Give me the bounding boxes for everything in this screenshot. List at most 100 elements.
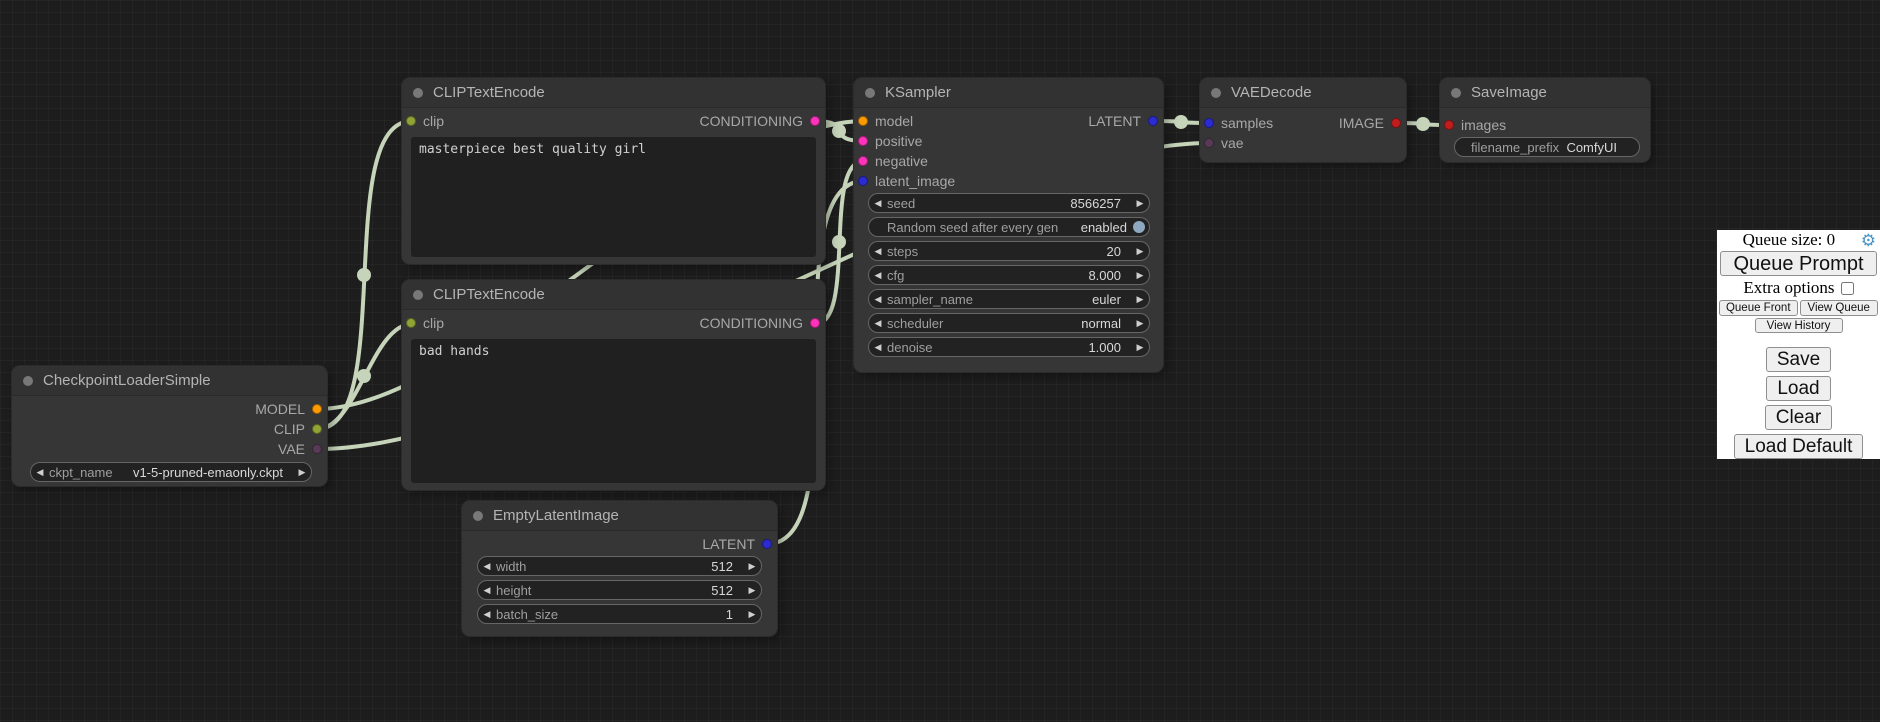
ckpt-name-widget[interactable]: ◀ ckpt_name v1-5-pruned-emaonly.ckpt ▶: [30, 462, 312, 482]
widget-value[interactable]: normal: [1081, 316, 1131, 331]
queue-prompt-button[interactable]: Queue Prompt: [1720, 251, 1877, 276]
width-widget[interactable]: ◀ width 512 ▶: [477, 556, 762, 576]
node-save-image[interactable]: SaveImage images filename_prefix ComfyUI: [1440, 78, 1650, 162]
decrement-arrow-icon[interactable]: ◀: [869, 295, 887, 304]
conditioning-slot-dot[interactable]: [858, 156, 868, 166]
increment-arrow-icon[interactable]: ▶: [1131, 199, 1149, 208]
widget-value[interactable]: euler: [1092, 292, 1131, 307]
collapse-dot-icon[interactable]: [865, 88, 875, 98]
node-title-bar[interactable]: CLIPTextEncode: [402, 280, 825, 310]
node-title-bar[interactable]: CLIPTextEncode: [402, 78, 825, 108]
node-title-bar[interactable]: EmptyLatentImage: [462, 501, 777, 531]
widget-value[interactable]: 8566257: [1070, 196, 1131, 211]
height-widget[interactable]: ◀ height 512 ▶: [477, 580, 762, 600]
decrement-arrow-icon[interactable]: ◀: [869, 343, 887, 352]
view-queue-button[interactable]: View Queue: [1800, 300, 1879, 316]
extra-options-checkbox[interactable]: [1841, 282, 1854, 295]
output-slot-vae[interactable]: VAE: [278, 441, 327, 457]
decrement-arrow-icon[interactable]: ◀: [478, 562, 496, 571]
scheduler-widget[interactable]: ◀ scheduler normal ▶: [868, 313, 1150, 333]
increment-arrow-icon[interactable]: ▶: [293, 468, 311, 477]
save-button[interactable]: Save: [1766, 347, 1831, 372]
input-slot-negative[interactable]: negative: [854, 153, 928, 169]
seed-widget[interactable]: ◀ seed 8566257 ▶: [868, 193, 1150, 213]
denoise-widget[interactable]: ◀ denoise 1.000 ▶: [868, 337, 1150, 357]
image-slot-dot[interactable]: [1444, 120, 1454, 130]
widget-value[interactable]: ComfyUI: [1566, 140, 1617, 155]
prompt-textarea[interactable]: masterpiece best quality girl: [411, 137, 816, 257]
comfyui-canvas[interactable]: { "icons": { "left_arrow": "◀", "right_a…: [0, 0, 1880, 722]
conditioning-slot-dot[interactable]: [858, 136, 868, 146]
decrement-arrow-icon[interactable]: ◀: [31, 468, 49, 477]
increment-arrow-icon[interactable]: ▶: [743, 586, 761, 595]
model-slot-dot[interactable]: [312, 404, 322, 414]
vae-slot-dot[interactable]: [1204, 138, 1214, 148]
decrement-arrow-icon[interactable]: ◀: [869, 199, 887, 208]
input-slot-latent-image[interactable]: latent_image: [854, 173, 955, 189]
node-clip-text-encode-positive[interactable]: CLIPTextEncode clip CONDITIONING masterp…: [402, 78, 825, 264]
output-slot-image[interactable]: IMAGE: [1339, 115, 1406, 131]
model-slot-dot[interactable]: [858, 116, 868, 126]
load-default-button[interactable]: Load Default: [1734, 434, 1864, 459]
latent-slot-dot[interactable]: [762, 539, 772, 549]
load-button[interactable]: Load: [1766, 376, 1830, 401]
node-checkpoint-loader-simple[interactable]: CheckpointLoaderSimple MODEL CLIP VAE ◀ …: [12, 366, 327, 486]
widget-value[interactable]: 20: [1107, 244, 1131, 259]
sampler-name-widget[interactable]: ◀ sampler_name euler ▶: [868, 289, 1150, 309]
node-clip-text-encode-negative[interactable]: CLIPTextEncode clip CONDITIONING bad han…: [402, 280, 825, 490]
batch-size-widget[interactable]: ◀ batch_size 1 ▶: [477, 604, 762, 624]
decrement-arrow-icon[interactable]: ◀: [478, 586, 496, 595]
clip-slot-dot[interactable]: [406, 318, 416, 328]
node-empty-latent-image[interactable]: EmptyLatentImage LATENT ◀ width 512 ▶ ◀ …: [462, 501, 777, 636]
output-slot-clip[interactable]: CLIP: [274, 421, 327, 437]
filename-prefix-widget[interactable]: filename_prefix ComfyUI: [1454, 137, 1640, 157]
decrement-arrow-icon[interactable]: ◀: [478, 610, 496, 619]
collapse-dot-icon[interactable]: [23, 376, 33, 386]
collapse-dot-icon[interactable]: [413, 88, 423, 98]
output-slot-model[interactable]: MODEL: [255, 401, 327, 417]
output-slot-latent[interactable]: LATENT: [1088, 113, 1163, 129]
increment-arrow-icon[interactable]: ▶: [1131, 343, 1149, 352]
latent-slot-dot[interactable]: [1204, 118, 1214, 128]
random-seed-toggle-widget[interactable]: Random seed after every gen enabled: [868, 217, 1150, 237]
settings-gear-icon[interactable]: ⚙: [1861, 232, 1876, 249]
increment-arrow-icon[interactable]: ▶: [1131, 271, 1149, 280]
input-slot-clip[interactable]: clip: [402, 315, 444, 331]
input-slot-clip[interactable]: clip: [402, 113, 444, 129]
conditioning-slot-dot[interactable]: [810, 318, 820, 328]
input-slot-model[interactable]: model: [854, 113, 913, 129]
input-slot-positive[interactable]: positive: [854, 133, 922, 149]
increment-arrow-icon[interactable]: ▶: [1131, 247, 1149, 256]
input-slot-samples[interactable]: samples: [1200, 115, 1273, 131]
clip-slot-dot[interactable]: [406, 116, 416, 126]
widget-value[interactable]: 1.000: [1088, 340, 1131, 355]
prompt-textarea[interactable]: bad hands: [411, 339, 816, 483]
decrement-arrow-icon[interactable]: ◀: [869, 319, 887, 328]
conditioning-slot-dot[interactable]: [810, 116, 820, 126]
widget-value[interactable]: 8.000: [1088, 268, 1131, 283]
latent-slot-dot[interactable]: [858, 176, 868, 186]
collapse-dot-icon[interactable]: [413, 290, 423, 300]
queue-front-button[interactable]: Queue Front: [1719, 300, 1798, 316]
widget-value[interactable]: 1: [726, 607, 743, 622]
vae-slot-dot[interactable]: [312, 444, 322, 454]
output-slot-conditioning[interactable]: CONDITIONING: [700, 113, 825, 129]
increment-arrow-icon[interactable]: ▶: [1131, 295, 1149, 304]
widget-value[interactable]: 512: [711, 583, 743, 598]
widget-value[interactable]: 512: [711, 559, 743, 574]
view-history-button[interactable]: View History: [1755, 318, 1843, 333]
output-slot-conditioning[interactable]: CONDITIONING: [700, 315, 825, 331]
clip-slot-dot[interactable]: [312, 424, 322, 434]
output-slot-latent[interactable]: LATENT: [702, 536, 777, 552]
increment-arrow-icon[interactable]: ▶: [743, 562, 761, 571]
node-ksampler[interactable]: KSampler model LATENT positive negative …: [854, 78, 1163, 372]
node-title-bar[interactable]: SaveImage: [1440, 78, 1650, 108]
collapse-dot-icon[interactable]: [473, 511, 483, 521]
widget-value[interactable]: v1-5-pruned-emaonly.ckpt: [133, 465, 293, 480]
increment-arrow-icon[interactable]: ▶: [1131, 319, 1149, 328]
decrement-arrow-icon[interactable]: ◀: [869, 247, 887, 256]
collapse-dot-icon[interactable]: [1211, 88, 1221, 98]
node-title-bar[interactable]: KSampler: [854, 78, 1163, 108]
increment-arrow-icon[interactable]: ▶: [743, 610, 761, 619]
node-vae-decode[interactable]: VAEDecode samples IMAGE vae: [1200, 78, 1406, 162]
